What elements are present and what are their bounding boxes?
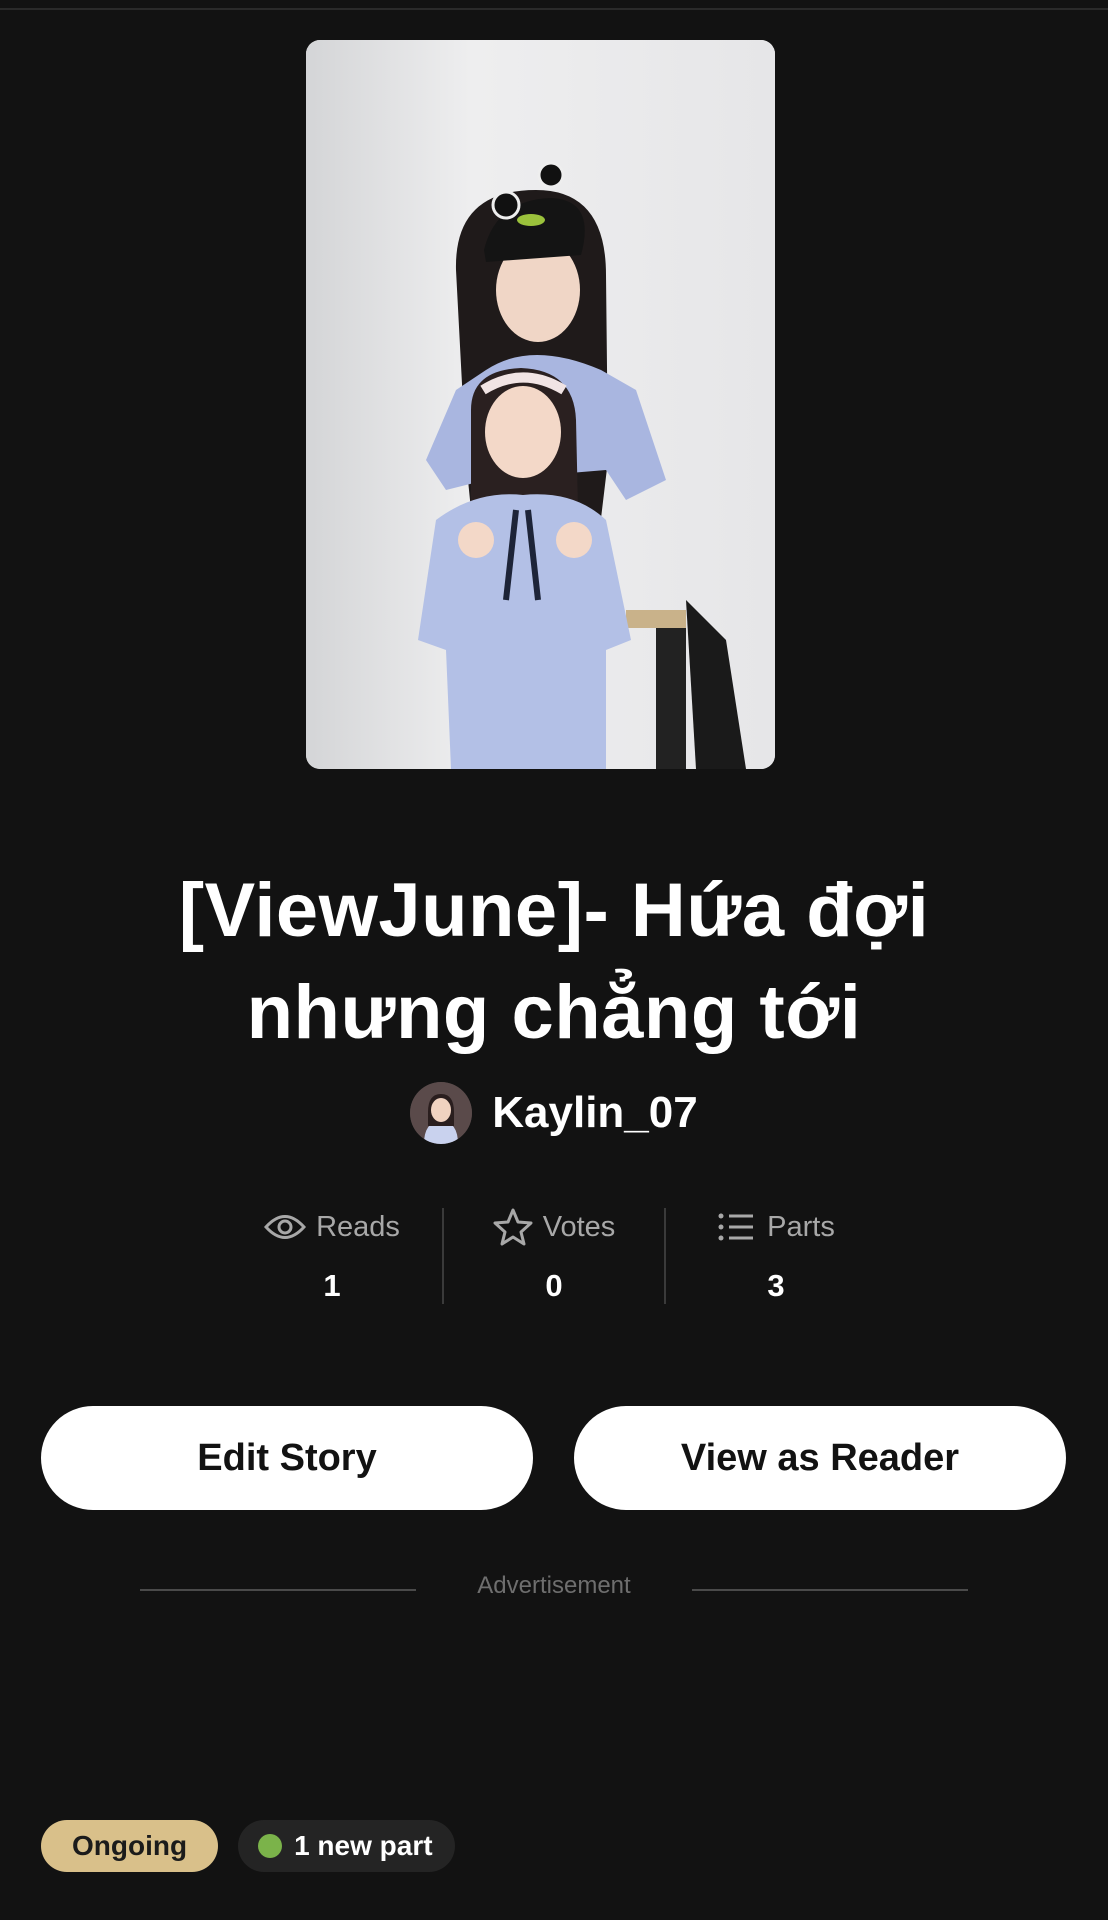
star-icon — [493, 1208, 533, 1246]
stat-reads-value: 1 — [323, 1268, 341, 1303]
top-divider — [0, 8, 1108, 10]
new-part-badge[interactable]: 1 new part — [238, 1820, 455, 1872]
list-icon — [717, 1211, 757, 1243]
new-part-label: 1 new part — [294, 1830, 433, 1861]
ad-line-right — [692, 1589, 968, 1591]
eye-icon — [264, 1212, 307, 1242]
story-title: [ViewJune]- Hứa đợi nhưng chẳng tới — [178, 868, 930, 1055]
story-stats: Reads 1 Votes 0 Parts 3 — [0, 1200, 1108, 1304]
stat-reads: Reads 1 — [222, 1200, 442, 1304]
ad-line-left — [140, 1589, 416, 1591]
advertisement-label: Advertisement — [477, 1572, 631, 1599]
stat-votes-value: 0 — [545, 1268, 563, 1303]
author-row[interactable]: Kaylin_07 — [0, 1080, 1108, 1146]
view-as-reader-button[interactable]: View as Reader — [574, 1406, 1066, 1510]
advertisement-divider: Advertisement — [0, 1572, 1108, 1608]
stat-reads-label: Reads — [316, 1210, 400, 1243]
story-badges: Ongoing 1 new part — [41, 1820, 455, 1872]
story-cover-image[interactable] — [306, 40, 775, 769]
status-badge: Ongoing — [41, 1820, 219, 1872]
stat-parts: Parts 3 — [666, 1200, 886, 1304]
stat-votes: Votes 0 — [444, 1200, 664, 1304]
stat-votes-label: Votes — [542, 1210, 616, 1243]
author-name[interactable]: Kaylin_07 — [492, 1088, 697, 1138]
author-avatar[interactable] — [410, 1082, 473, 1144]
new-indicator-dot — [258, 1834, 283, 1858]
stat-parts-value: 3 — [767, 1268, 785, 1303]
stat-parts-label: Parts — [767, 1210, 835, 1243]
edit-story-button[interactable]: Edit Story — [41, 1406, 533, 1510]
